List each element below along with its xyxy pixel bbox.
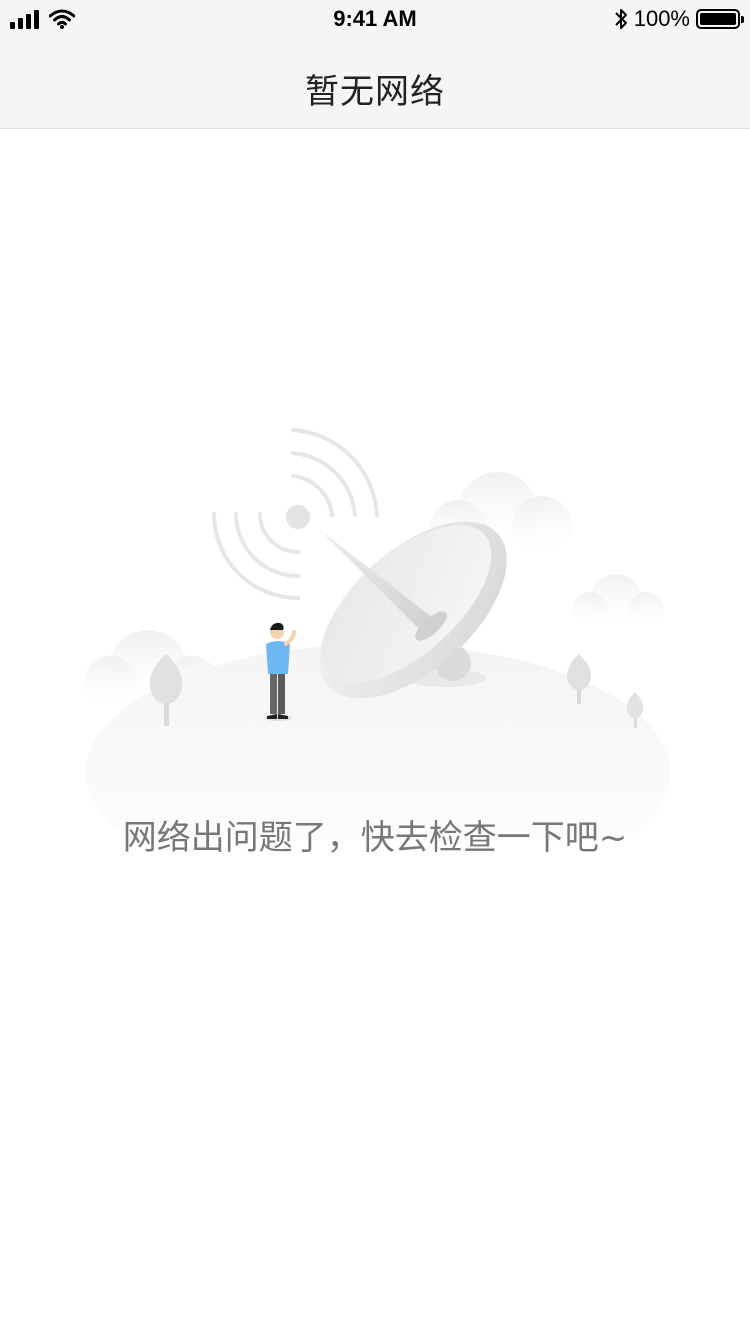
bluetooth-icon: [615, 9, 627, 29]
page-title: 暂无网络: [305, 72, 445, 112]
satellite-dish-illustration: [84, 428, 670, 840]
cloud-right: [572, 574, 664, 628]
status-right: 100%: [614, 6, 744, 32]
nav-bar: 暂无网络: [0, 40, 750, 129]
battery-percent: 100%: [633, 6, 690, 31]
status-bar: 9:41 AM 100%: [0, 0, 750, 40]
battery-icon: [696, 9, 744, 29]
empty-state-message: 网络出问题了，快去检查一下吧~: [122, 818, 628, 858]
